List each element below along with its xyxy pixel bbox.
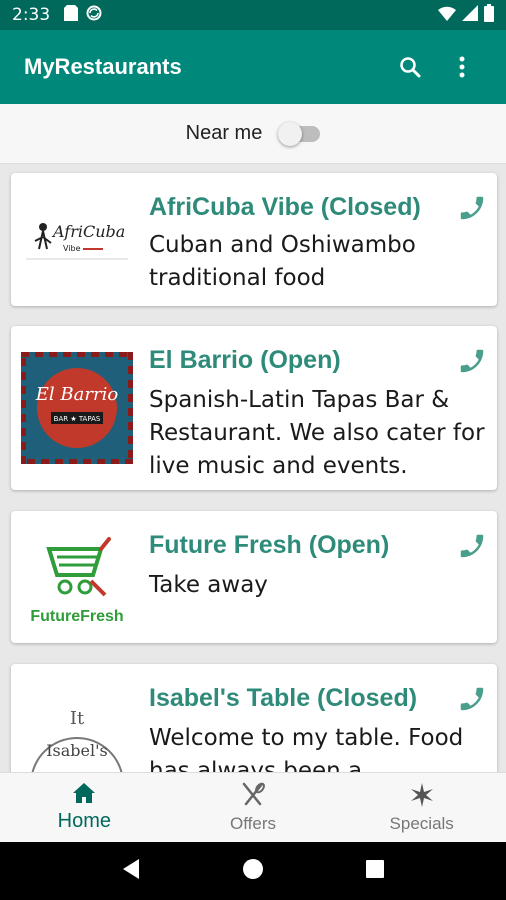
restaurant-logo: AfriCuba Vibe <box>21 183 133 295</box>
svg-text:It: It <box>70 708 85 729</box>
near-me-toggle[interactable] <box>278 121 321 146</box>
nav-home-label: Home <box>57 810 112 832</box>
restaurant-card[interactable]: It Isabel's Isabel's Table (Closed) Welc… <box>11 664 497 772</box>
wifi-icon <box>438 5 456 25</box>
restaurant-icon <box>240 782 266 812</box>
app-bar: MyRestaurants <box>0 30 506 104</box>
restaurant-name: Isabel's Table (Closed) <box>149 684 418 712</box>
back-icon[interactable] <box>121 858 141 884</box>
phone-icon[interactable] <box>457 346 487 376</box>
toggle-knob <box>278 121 303 146</box>
sd-card-icon <box>64 5 79 25</box>
home-button-icon[interactable] <box>242 858 264 884</box>
restaurant-list: AfriCuba Vibe AfriCuba Vibe (Closed) Cub… <box>0 164 506 772</box>
recents-icon[interactable] <box>365 859 385 883</box>
logo-text: El Barrio <box>35 384 119 405</box>
nav-specials-label: Specials <box>389 813 454 833</box>
restaurant-card[interactable]: AfriCuba Vibe AfriCuba Vibe (Closed) Cub… <box>11 173 497 306</box>
logo-text: FutureFresh <box>30 608 123 625</box>
sparkle-icon <box>409 782 435 812</box>
near-me-filter: Near me <box>0 104 506 164</box>
phone-icon[interactable] <box>457 531 487 561</box>
home-icon <box>72 782 96 808</box>
restaurant-description: Take away <box>149 572 268 598</box>
more-vert-icon[interactable] <box>442 47 482 87</box>
restaurant-name: El Barrio (Open) <box>149 346 341 374</box>
logo-text: AfriCuba <box>51 222 125 241</box>
nav-specials[interactable]: Specials <box>337 773 506 842</box>
restaurant-logo: El Barrio BAR ★ TAPAS <box>21 352 133 464</box>
restaurant-card[interactable]: El Barrio BAR ★ TAPAS El Barrio (Open) S… <box>11 326 497 490</box>
status-bar: 2:33 <box>0 0 506 30</box>
restaurant-description: Cuban and Oshiwambo traditional food <box>149 232 416 291</box>
sync-icon <box>86 5 102 25</box>
bottom-navigation: Home Offers Specials <box>0 772 506 842</box>
system-navigation-bar <box>0 842 506 900</box>
app-title: MyRestaurants <box>24 54 182 79</box>
svg-text:Vibe: Vibe <box>63 244 81 253</box>
restaurant-card[interactable]: FutureFresh Future Fresh (Open) Take awa… <box>11 511 497 643</box>
restaurant-logo: It Isabel's <box>21 694 133 772</box>
restaurant-name: AfriCuba Vibe (Closed) <box>149 193 421 221</box>
nav-offers[interactable]: Offers <box>169 773 338 842</box>
restaurant-logo: FutureFresh <box>21 521 133 633</box>
status-time: 2:33 <box>12 5 51 25</box>
logo-subtext: BAR ★ TAPAS <box>54 415 101 423</box>
phone-icon[interactable] <box>457 684 487 714</box>
logo-text: Isabel's <box>46 741 108 760</box>
near-me-label: Near me <box>185 122 263 144</box>
restaurant-description: Welcome to my table. Food has always bee… <box>149 725 464 772</box>
nav-home[interactable]: Home <box>0 773 169 842</box>
nav-offers-label: Offers <box>230 813 276 833</box>
search-icon[interactable] <box>390 47 430 87</box>
phone-icon[interactable] <box>457 193 487 223</box>
signal-icon <box>462 5 478 25</box>
battery-icon <box>484 4 494 26</box>
restaurant-description: Spanish-Latin Tapas Bar & Restaurant. We… <box>149 387 485 479</box>
restaurant-name: Future Fresh (Open) <box>149 531 390 559</box>
